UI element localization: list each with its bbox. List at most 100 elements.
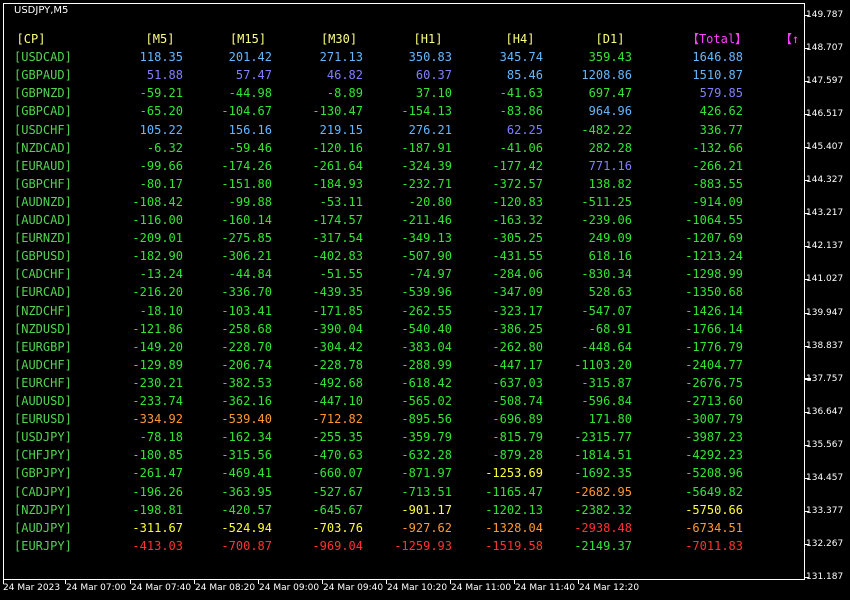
timeframe-value: -160.14 — [221, 213, 272, 227]
timeframe-value: -149.20 — [132, 339, 183, 354]
pair-label: [GBPCAD] — [14, 104, 72, 119]
timeframe-value: -174.26 — [221, 158, 272, 173]
timeframe-value: -182.90 — [132, 249, 183, 264]
timeframe-value: -386.25 — [492, 321, 543, 336]
header-timeframe: [H1] — [413, 32, 443, 46]
timeframe-value: -80.17 — [139, 176, 183, 191]
timeframe-value: -177.42 — [492, 158, 543, 173]
price-tick-mark — [805, 180, 809, 182]
pair-label: [EURJPY] — [14, 538, 72, 553]
chart-window[interactable]: USDJPY,M5 [CP] [M5] [M15] [M30] [H1] [H4] [D1]… — [0, 0, 850, 600]
timeframe-value: -121.86 — [132, 321, 183, 336]
current-price-marker — [805, 378, 811, 380]
pair-label: [USDCAD] — [14, 50, 72, 65]
total-value: -1064.55 — [685, 213, 743, 227]
timeframe-value: -413.03 — [132, 538, 183, 553]
timeframe-value: -255.35 — [312, 430, 363, 445]
timeframe-value: 118.35 — [139, 50, 183, 65]
price-tick-mark — [805, 312, 809, 314]
price-tick-label: 138.837 — [806, 340, 844, 351]
timeframe-value: -129.89 — [132, 357, 183, 372]
timeframe-value: -59.21 — [139, 86, 183, 101]
timeframe-value: -2315.77 — [574, 430, 632, 445]
pair-label: [EURCAD] — [14, 285, 72, 300]
timeframe-value: 345.74 — [499, 50, 543, 65]
timeframe-value: -660.07 — [312, 466, 363, 481]
price-tick-mark — [805, 279, 809, 281]
timeframe-value: -712.82 — [312, 412, 363, 427]
timeframe-value: -18.10 — [139, 303, 183, 318]
time-tick-mark — [514, 580, 515, 584]
timeframe-value: -596.84 — [581, 394, 632, 408]
timeframe-value: -363.95 — [221, 484, 272, 499]
total-value: 579.85 — [699, 86, 743, 101]
pair-label: [AUDJPY] — [14, 520, 72, 535]
timeframe-value: -44.84 — [228, 267, 272, 282]
price-tick-mark — [805, 411, 809, 413]
timeframe-value: -116.00 — [132, 213, 183, 227]
time-tick-mark — [578, 580, 579, 584]
timeframe-value: -305.25 — [492, 231, 543, 246]
timeframe-value: -1253.69 — [485, 466, 543, 481]
timeframe-value: -871.97 — [401, 466, 452, 481]
timeframe-value: -713.51 — [401, 484, 452, 499]
timeframe-value: -507.90 — [401, 249, 452, 264]
price-tick-mark — [805, 543, 809, 545]
timeframe-value: -1165.47 — [485, 484, 543, 499]
timeframe-value: 156.16 — [228, 122, 272, 137]
pair-label: [GBPJPY] — [14, 466, 72, 481]
total-value: -5208.96 — [685, 466, 743, 481]
timeframe-value: -315.87 — [581, 375, 632, 390]
timeframe-value: -206.74 — [221, 357, 272, 372]
timeframe-value: -431.55 — [492, 249, 543, 264]
timeframe-value: 618.16 — [588, 249, 632, 264]
timeframe-value: -359.79 — [401, 430, 452, 445]
timeframe-value: -2149.37 — [574, 538, 632, 553]
timeframe-value: -232.71 — [401, 176, 452, 191]
time-tick-label: 24 Mar 2023 — [3, 583, 61, 593]
price-tick-mark — [805, 246, 809, 248]
price-tick-label: 131.187 — [806, 572, 844, 582]
timeframe-value: -324.39 — [401, 158, 452, 173]
price-tick-mark — [805, 477, 809, 479]
total-value: -3987.23 — [685, 430, 743, 445]
timeframe-value: -632.28 — [401, 448, 452, 463]
pair-label: [NZDJPY] — [14, 502, 72, 517]
time-tick-mark — [194, 580, 195, 584]
total-value: -132.66 — [692, 140, 743, 155]
timeframe-value: -323.17 — [492, 303, 543, 318]
timeframe-value: -2938.48 — [574, 520, 632, 535]
timeframe-value: -184.93 — [312, 176, 363, 191]
timeframe-value: -51.55 — [319, 267, 363, 282]
price-tick-label: 139.947 — [806, 307, 844, 318]
total-value: -7011.83 — [685, 538, 743, 553]
timeframe-value: -334.92 — [132, 412, 183, 427]
time-tick-mark — [322, 580, 323, 584]
timeframe-value: -336.70 — [221, 285, 272, 300]
time-tick-label: 24 Mar 07:40 — [131, 583, 192, 593]
header-timeframe: [M5] — [145, 32, 175, 46]
timeframe-value: -284.06 — [492, 267, 543, 282]
price-tick-label: 132.267 — [806, 538, 844, 549]
price-tick-mark — [805, 15, 809, 16]
price-tick-mark — [805, 577, 809, 578]
timeframe-value: -349.13 — [401, 231, 452, 246]
time-tick-label: 24 Mar 07:00 — [66, 583, 127, 593]
time-tick-mark — [3, 580, 4, 584]
timeframe-value: -539.40 — [221, 412, 272, 427]
timeframe-value: -372.57 — [492, 176, 543, 191]
total-value: 1510.87 — [692, 68, 743, 83]
total-value: -1426.14 — [685, 303, 743, 318]
timeframe-value: -151.80 — [221, 176, 272, 191]
timeframe-value: 138.82 — [588, 176, 632, 191]
pair-label: [GBPAUD] — [14, 68, 72, 83]
header-total: 【Total】 — [686, 32, 748, 46]
total-value: -883.55 — [692, 176, 743, 191]
timeframe-value: -239.06 — [581, 213, 632, 227]
timeframe-value: -306.21 — [221, 249, 272, 264]
timeframe-value: -261.64 — [312, 158, 363, 173]
timeframe-value: -879.28 — [492, 448, 543, 463]
symbol-title: USDJPY,M5 — [14, 5, 69, 16]
total-value: -6734.51 — [685, 520, 743, 535]
price-tick-label: 149.787 — [806, 10, 844, 20]
